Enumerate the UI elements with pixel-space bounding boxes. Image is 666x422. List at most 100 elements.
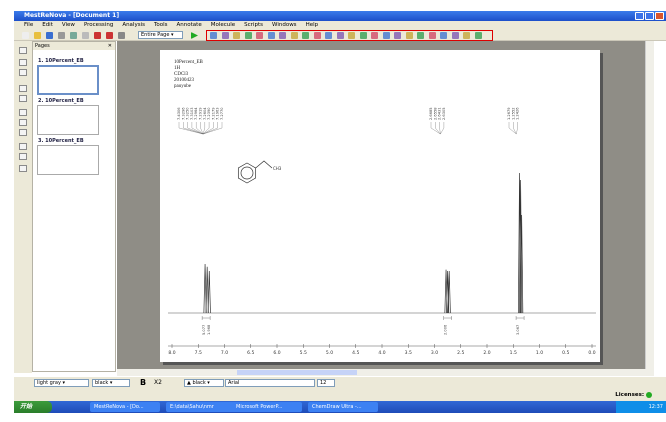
side-tool-icon-1[interactable] — [19, 59, 27, 66]
font-size-value: 12 — [320, 380, 327, 386]
scroll-thumb[interactable] — [237, 370, 357, 375]
x-tick-label: 7.0 — [221, 350, 228, 356]
toolbar-icon-3[interactable] — [58, 32, 65, 39]
font-color-select[interactable]: ▲ black ▾ — [184, 379, 224, 387]
taskbar-item[interactable]: MestReNova - [Do... — [90, 402, 160, 412]
toolbar-icon-4[interactable] — [70, 32, 77, 39]
close-button[interactable] — [655, 12, 664, 20]
x-tick-label: 5.0 — [326, 350, 333, 356]
side-tool-icon-10[interactable] — [19, 165, 27, 172]
taskbar-item[interactable]: Microsoft PowerP... — [232, 402, 302, 412]
integral-bracket — [201, 316, 211, 320]
analysis-toolbar-highlight — [206, 30, 493, 41]
side-tool-icon-8[interactable] — [19, 143, 27, 150]
menu-tools[interactable]: Tools — [154, 22, 168, 28]
spectrum-peak — [207, 270, 211, 314]
peak-label-leader — [508, 122, 517, 135]
peak-label-leader — [202, 122, 205, 135]
ethylbenzene-structure — [237, 160, 273, 184]
x-tick-label: 4.5 — [352, 350, 359, 356]
side-tool-icon-7[interactable] — [19, 129, 27, 136]
subscript-button[interactable]: X2 — [154, 379, 162, 386]
toolbar-icon-1[interactable] — [34, 32, 41, 39]
spectrum-peak — [447, 270, 451, 314]
x-tick-label: 7.5 — [195, 350, 202, 356]
line-color-select[interactable]: black ▾ — [92, 379, 130, 387]
side-tool-icon-5[interactable] — [19, 109, 27, 116]
font-select[interactable]: Arial — [225, 379, 315, 387]
x-tick-label: 5.5 — [300, 350, 307, 356]
x-tick-label: 8.0 — [168, 350, 175, 356]
left-tool-strip — [14, 41, 32, 373]
x-tick-label: 6.0 — [273, 350, 280, 356]
maximize-button[interactable] — [645, 12, 654, 20]
menu-scripts[interactable]: Scripts — [244, 22, 263, 28]
start-button[interactable]: 开始 — [14, 401, 52, 413]
page-thumbnail[interactable] — [37, 145, 99, 175]
minimize-button[interactable] — [635, 12, 644, 20]
menu-windows[interactable]: Windows — [272, 22, 297, 28]
menu-bar: File Edit View Processing Analysis Tools Annot… — [14, 21, 666, 30]
integral-value: 3.067 — [516, 325, 520, 335]
toolbar-icon-8[interactable] — [118, 32, 125, 39]
horizontal-scrollbar[interactable] — [117, 369, 654, 376]
side-tool-icon-0[interactable] — [19, 47, 27, 54]
page-thumbnail-label: 2. 10Percent_EB — [38, 98, 84, 104]
side-tool-icon-3[interactable] — [19, 85, 27, 92]
toolbar-icon-7[interactable] — [106, 32, 113, 39]
toolbar-icon-5[interactable] — [82, 32, 89, 39]
menu-help[interactable]: Help — [306, 22, 319, 28]
play-icon[interactable] — [191, 32, 198, 39]
taskbar: 开始 MestReNova - [Do... E:\data\Sahu\nmr Mi… — [14, 401, 666, 413]
side-tool-icon-2[interactable] — [19, 69, 27, 76]
peak-label-leader — [439, 122, 441, 135]
system-tray: 12:37 — [616, 401, 666, 413]
peak-label-leader — [183, 122, 204, 135]
menu-annotate[interactable]: Annotate — [177, 22, 202, 28]
taskbar-item[interactable]: ChemDraw Ultra -... — [308, 402, 378, 412]
menu-edit[interactable]: Edit — [42, 22, 53, 28]
title-bar: MestReNova - [Document 1] — [14, 11, 666, 21]
taskbar-item[interactable]: E:\data\Sahu\nmr — [166, 402, 236, 412]
peak-label-leader — [516, 122, 518, 135]
vertical-scrollbar[interactable] — [645, 41, 654, 369]
font-size-select[interactable]: 12 — [317, 379, 335, 387]
window-title: MestReNova - [Document 1] — [24, 12, 120, 19]
side-tool-icon-9[interactable] — [19, 153, 27, 160]
peak-label: 2.6305 — [442, 107, 446, 120]
peak-label-leader — [513, 122, 517, 135]
peak-label: 7.2770 — [220, 107, 224, 120]
pages-panel: Pages ✕ 1. 10Percent_EB 2. 10Percent_EB 3. … — [32, 41, 116, 372]
page-thumbnail[interactable] — [37, 65, 99, 95]
fill-color-select[interactable]: light gray ▾ — [34, 379, 89, 387]
integral-value: 1.968 — [207, 324, 211, 335]
bold-button[interactable]: B — [140, 378, 146, 387]
toolbar-icon-2[interactable] — [46, 32, 53, 39]
format-toolbar: light gray ▾ black ▾ B X2 ▲ black ▾ Aria… — [14, 377, 666, 389]
peak-label-leader — [203, 122, 218, 135]
x-tick-label: 0.0 — [588, 350, 595, 356]
toolbar-icon-6[interactable] — [94, 32, 101, 39]
side-tool-icon-4[interactable] — [19, 95, 27, 102]
close-icon[interactable]: ✕ — [108, 42, 112, 50]
integral-value: 5.077 — [202, 325, 206, 335]
pages-panel-header: Pages ✕ — [33, 42, 115, 50]
x-tick-label: 4.0 — [378, 350, 385, 356]
menu-analysis[interactable]: Analysis — [122, 22, 145, 28]
menu-molecule[interactable]: Molecule — [211, 22, 235, 28]
x-tick-label: 0.5 — [562, 350, 569, 356]
menu-view[interactable]: View — [62, 22, 75, 28]
toolbar-icon-0[interactable] — [22, 32, 29, 39]
page-thumbnail[interactable] — [37, 105, 99, 135]
nmr-spectrum: 8.0 7.5 7.0 6.5 6.0 5.5 5.0 4.5 4.0 3.5 3.0 2.5 2.0 1… — [168, 107, 596, 356]
status-bar: Licenses: — [14, 389, 666, 401]
clock: 12:37 — [648, 404, 663, 410]
peak-label-leader — [440, 122, 445, 135]
license-status-icon — [646, 391, 652, 398]
zoom-select[interactable]: Entire Page ▾ — [138, 31, 183, 39]
x-tick-label: 2.5 — [457, 350, 464, 356]
menu-file[interactable]: File — [24, 22, 33, 28]
side-tool-icon-6[interactable] — [19, 119, 27, 126]
menu-processing[interactable]: Processing — [84, 22, 113, 28]
integral-bracket — [443, 316, 452, 320]
